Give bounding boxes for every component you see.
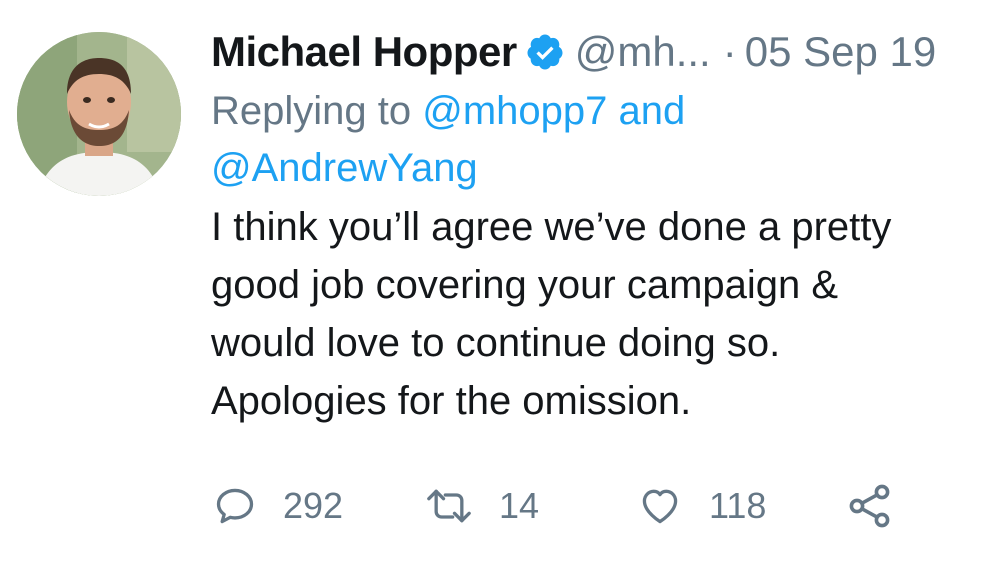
heart-icon	[642, 489, 678, 524]
tweet-text: I think you’ll agree we’ve done a pretty…	[211, 198, 971, 430]
reply-mention-mhopp7[interactable]: @mhopp7	[422, 89, 607, 133]
reply-button[interactable]: 292	[213, 478, 343, 534]
tweet-actions: 292 14 118	[213, 478, 913, 534]
separator-dot: ·	[722, 28, 737, 75]
author-name[interactable]: Michael Hopper	[211, 24, 517, 80]
tweet-content: Michael Hopper @mh... · 05 Sep 19 Replyi…	[211, 24, 971, 430]
like-count: 118	[709, 485, 767, 526]
retweet-button[interactable]: 14	[425, 478, 539, 534]
tweet-header: Michael Hopper @mh... · 05 Sep 19	[211, 24, 971, 80]
avatar-photo	[17, 32, 181, 196]
replying-to: Replying to @mhopp7 and @AndrewYang	[211, 83, 971, 197]
share-button[interactable]	[846, 478, 894, 534]
replying-to-label: Replying to	[211, 89, 412, 133]
author-handle[interactable]: @mh...	[575, 24, 711, 80]
verified-badge-icon	[527, 34, 563, 70]
avatar[interactable]	[17, 32, 181, 196]
retweet-count: 14	[499, 485, 540, 526]
tweet-date[interactable]: 05 Sep 19	[745, 24, 937, 80]
reply-conjunction: and	[618, 89, 686, 133]
retweet-icon	[427, 489, 471, 523]
tweet-text-line: I think you’ll agree we’ve done a pretty	[211, 205, 892, 249]
reply-count: 292	[283, 485, 344, 526]
tweet-text-line: Apologies for the omission.	[211, 379, 692, 423]
tweet: Michael Hopper @mh... · 05 Sep 19 Replyi…	[0, 0, 981, 564]
reply-icon	[216, 488, 254, 524]
reply-mention-andrewyang[interactable]: @AndrewYang	[211, 146, 478, 190]
like-button[interactable]: 118	[637, 478, 766, 534]
tweet-text-line: good job covering your campaign &	[211, 263, 839, 307]
share-icon	[849, 484, 890, 528]
tweet-text-line: would love to continue doing so.	[211, 321, 781, 365]
